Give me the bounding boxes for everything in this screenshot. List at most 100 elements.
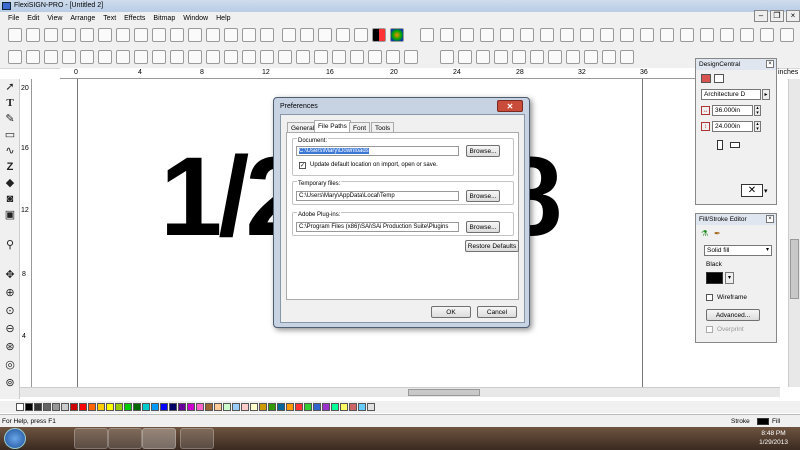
delete-node-icon[interactable]: [44, 50, 58, 64]
select-rect-icon[interactable]: [440, 50, 454, 64]
scroll-thumb[interactable]: [408, 389, 480, 396]
group-icon[interactable]: [440, 28, 454, 42]
undo-icon[interactable]: [188, 28, 202, 42]
transform-tool-icon[interactable]: ▣: [3, 209, 17, 222]
break-node-icon[interactable]: [152, 50, 166, 64]
contour-icon[interactable]: [278, 50, 292, 64]
update-location-checkbox[interactable]: ✓: [299, 162, 306, 169]
swatch-gray-2[interactable]: [43, 403, 51, 411]
intersect-icon[interactable]: [560, 28, 574, 42]
swatch-red[interactable]: [70, 403, 78, 411]
preset-arrow-icon[interactable]: ▸: [762, 89, 770, 100]
swatch-yellow[interactable]: [106, 403, 114, 411]
redo-icon[interactable]: [206, 28, 220, 42]
firefox-taskbar-icon[interactable]: [74, 428, 108, 449]
swatch-gold[interactable]: [259, 403, 267, 411]
swatch-tangerine[interactable]: [286, 403, 294, 411]
rotate-icon[interactable]: [242, 28, 256, 42]
import-icon[interactable]: [80, 28, 94, 42]
fill-tool-icon[interactable]: ◙: [3, 193, 17, 206]
document-path-field[interactable]: C:\Users\Mary\Downloads: [296, 146, 459, 156]
swatch-sky[interactable]: [151, 403, 159, 411]
corner-icon[interactable]: [98, 50, 112, 64]
swatch-light-blue[interactable]: [232, 403, 240, 411]
zoom-prev-icon[interactable]: ⊚: [3, 377, 17, 390]
swatch-dark-green[interactable]: [133, 403, 141, 411]
swatch-amber[interactable]: [97, 403, 105, 411]
width-field[interactable]: 36.000in: [712, 105, 753, 116]
advanced-button[interactable]: Advanced...: [706, 309, 760, 321]
swatch-mint[interactable]: [223, 403, 231, 411]
ungroup-icon[interactable]: [460, 28, 474, 42]
temp-browse-button[interactable]: Browse...: [466, 190, 500, 202]
smudge-icon[interactable]: [548, 50, 562, 64]
bitmap-icon[interactable]: [602, 50, 616, 64]
chevron-down-icon[interactable]: ▾: [764, 187, 768, 195]
menu-arrange[interactable]: Arrange: [66, 15, 99, 22]
flexisign-taskbar-icon[interactable]: [142, 428, 176, 449]
plugins-browse-button[interactable]: Browse...: [466, 221, 500, 233]
break-apart-icon[interactable]: [500, 28, 514, 42]
transform-icon[interactable]: [404, 50, 418, 64]
menu-window[interactable]: Window: [179, 15, 212, 22]
line-icon[interactable]: [80, 50, 94, 64]
system-clock[interactable]: 8:48 PM 1/29/2013: [759, 429, 788, 447]
open-file-icon[interactable]: [26, 28, 40, 42]
menu-text[interactable]: Text: [99, 15, 120, 22]
pan-tool-icon[interactable]: ✥: [3, 269, 17, 282]
swatch-coral[interactable]: [295, 403, 303, 411]
zoom-out-tool-icon[interactable]: ⊖: [3, 323, 17, 336]
swatch-orange[interactable]: [88, 403, 96, 411]
explorer-taskbar-icon[interactable]: [108, 428, 142, 449]
emboss-icon[interactable]: [368, 50, 382, 64]
guides-icon[interactable]: [300, 28, 314, 42]
curve-icon[interactable]: [62, 50, 76, 64]
fill-color-swatch[interactable]: [706, 272, 723, 284]
fill-type-select[interactable]: Solid fill: [704, 245, 772, 256]
measure-icon[interactable]: [336, 28, 350, 42]
preview-icon[interactable]: [116, 28, 130, 42]
weed-icon[interactable]: [350, 50, 364, 64]
outline-icon[interactable]: [296, 50, 310, 64]
text-tool-icon[interactable]: T: [3, 97, 17, 110]
swatch-gray-4[interactable]: [61, 403, 69, 411]
minimize-icon[interactable]: –: [754, 10, 768, 22]
add-node-icon[interactable]: [26, 50, 40, 64]
swatch-green[interactable]: [124, 403, 132, 411]
text-style-icon[interactable]: [660, 28, 674, 42]
bezier-tool-icon[interactable]: ∿: [3, 145, 17, 158]
trim-icon[interactable]: [540, 28, 554, 42]
new-file-icon[interactable]: [8, 28, 22, 42]
text-format-icon[interactable]: [680, 28, 694, 42]
zoom-area-icon[interactable]: ⊙: [3, 305, 17, 318]
swatch-brown[interactable]: [205, 403, 213, 411]
landscape-icon[interactable]: [730, 142, 740, 148]
bevel-icon[interactable]: [386, 50, 400, 64]
print-icon[interactable]: [98, 28, 112, 42]
zoom-fit-icon[interactable]: ⊛: [3, 341, 17, 354]
swatch-tan[interactable]: [214, 403, 222, 411]
horizontal-scrollbar[interactable]: [20, 387, 780, 397]
menu-file[interactable]: File: [4, 15, 23, 22]
swatch-cyan[interactable]: [142, 403, 150, 411]
cancel-button[interactable]: Cancel: [477, 306, 517, 318]
swatch-magenta[interactable]: [187, 403, 195, 411]
pointer-icon[interactable]: ➚: [3, 81, 17, 94]
vertical-scrollbar[interactable]: [788, 79, 800, 387]
page-icon[interactable]: [420, 28, 434, 42]
overprint-checkbox[interactable]: [706, 326, 713, 333]
swatch-royal[interactable]: [313, 403, 321, 411]
swatch-violet[interactable]: [322, 403, 330, 411]
grid-icon[interactable]: [282, 28, 296, 42]
swatch-gray-1[interactable]: [34, 403, 42, 411]
stroke-swatch[interactable]: [757, 418, 769, 425]
menu-help[interactable]: Help: [212, 15, 234, 22]
swatch-lime[interactable]: [115, 403, 123, 411]
text-arc-icon[interactable]: [740, 28, 754, 42]
swatch-bright-red[interactable]: [79, 403, 87, 411]
chevron-down-icon[interactable]: ▾: [766, 246, 769, 253]
plugins-path-field[interactable]: C:\Program Files (x86)\SAi\SAi Productio…: [296, 222, 459, 232]
swatch-olive[interactable]: [268, 403, 276, 411]
close-icon[interactable]: ×: [766, 60, 774, 68]
rectangle-tool-icon[interactable]: ▭: [3, 129, 17, 142]
